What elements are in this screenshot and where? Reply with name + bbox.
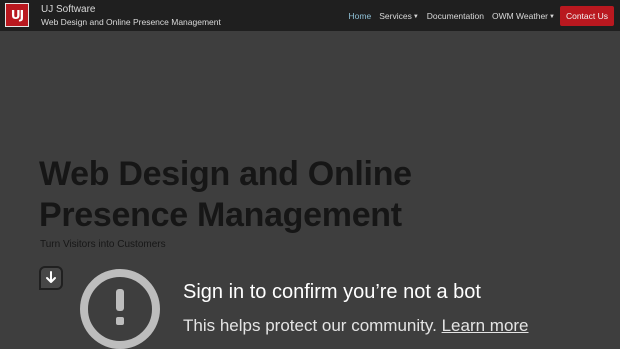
nav-item-services[interactable]: Services▼ bbox=[379, 11, 419, 21]
nav-item-home[interactable]: Home bbox=[349, 11, 372, 21]
nav-item-owm-weather[interactable]: OWM Weather▼ bbox=[492, 11, 555, 21]
top-navbar: UJ UJ Software Web Design and Online Pre… bbox=[0, 0, 620, 31]
hero-title: Web Design and Online Presence Managemen… bbox=[39, 155, 412, 234]
nav-item-owm-weather-label: OWM Weather bbox=[491, 10, 548, 21]
scroll-down-button[interactable] bbox=[39, 266, 63, 290]
learn-more-link[interactable]: Learn more bbox=[442, 316, 529, 335]
nav-menu: Home Services▼ Documentation OWM Weather… bbox=[341, 0, 614, 31]
bot-check-message: This helps protect our community. Learn … bbox=[183, 316, 529, 336]
bot-check-text: This helps protect our community. bbox=[183, 316, 437, 335]
brand-name[interactable]: UJ Software bbox=[41, 4, 95, 15]
exclamation-circle-icon bbox=[80, 269, 160, 349]
bot-check-title: Sign in to confirm you’re not a bot bbox=[183, 281, 481, 303]
nav-item-documentation[interactable]: Documentation bbox=[427, 11, 484, 21]
contact-us-button[interactable]: Contact Us bbox=[559, 5, 614, 26]
brand-logo[interactable]: UJ bbox=[5, 3, 29, 27]
brand-tagline: Web Design and Online Presence Managemen… bbox=[41, 17, 221, 27]
nav-item-services-label: Services bbox=[379, 10, 412, 21]
arrow-down-icon bbox=[46, 271, 56, 283]
hero-subtitle: Turn Visitors into Customers bbox=[40, 239, 166, 250]
caret-down-icon: ▼ bbox=[549, 13, 555, 20]
caret-down-icon: ▼ bbox=[412, 13, 419, 20]
